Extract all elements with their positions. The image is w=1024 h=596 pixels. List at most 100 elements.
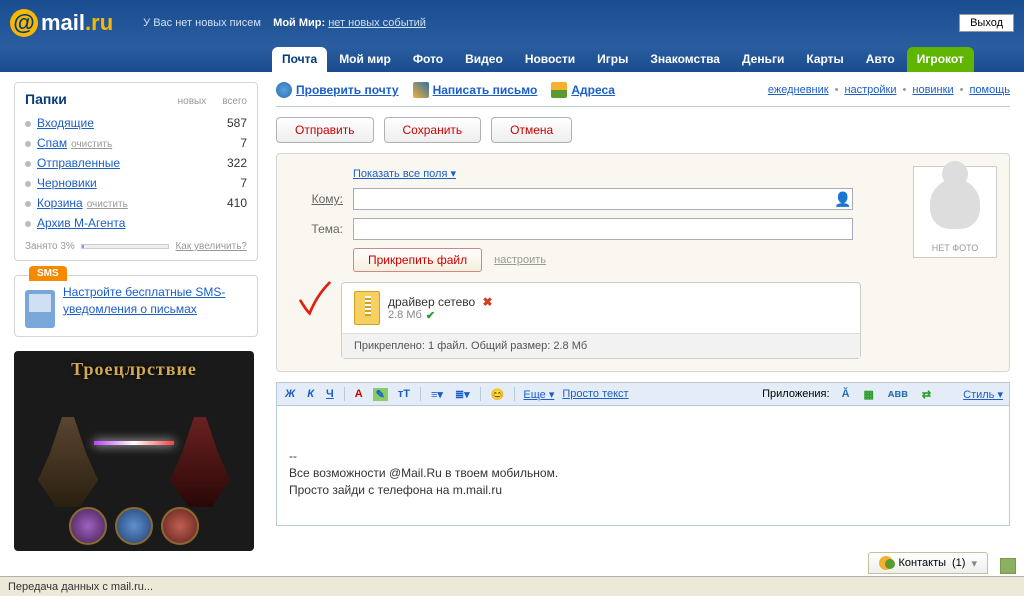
signature-line: Все возможности @Mail.Ru в твоем мобильн… (289, 465, 997, 482)
to-label[interactable]: Кому: (312, 192, 343, 206)
sms-promo[interactable]: SMS Настройте бесплатные SMS-уведомления… (14, 275, 258, 337)
editor-body[interactable]: -- Все возможности @Mail.Ru в твоем моби… (276, 406, 1010, 526)
tab-video[interactable]: Видео (455, 47, 513, 72)
folder-inbox[interactable]: Входящие587 (25, 113, 247, 133)
attachment-row: драйвер сетево ✖ 2.8 Мб ✔ (342, 283, 860, 333)
tab-mail[interactable]: Почта (272, 47, 327, 72)
addressbook-icon (551, 82, 567, 98)
sms-link[interactable]: Настройте бесплатные SMS-уведомления о п… (63, 284, 247, 328)
remove-attachment-icon[interactable]: ✖ (483, 295, 493, 309)
bg-color-button[interactable]: ✎ (373, 388, 388, 401)
action-links: Проверить почту Написать письмо Адреса е… (276, 78, 1010, 107)
avatar-box[interactable]: НЕТ ФОТО (913, 166, 997, 258)
bottom-tray (1000, 558, 1016, 574)
addresses-link[interactable]: Адреса (551, 82, 615, 98)
to-input[interactable] (354, 189, 834, 209)
folder-spam[interactable]: Спамочистить7 (25, 133, 247, 153)
logo-at-icon: @ (10, 9, 38, 37)
font-size-button[interactable]: тТ (396, 388, 412, 400)
tab-news[interactable]: Новости (515, 47, 585, 72)
compose-link[interactable]: Написать письмо (413, 82, 538, 98)
tab-myworld[interactable]: Мой мир (329, 47, 401, 72)
apps-label: Приложения: (762, 388, 829, 400)
tray-icon[interactable] (1000, 558, 1016, 574)
my-world-link[interactable]: нет новых событий (328, 17, 426, 29)
attach-file-button[interactable]: Прикрепить файл (353, 248, 482, 272)
ad-figure-icon (170, 417, 230, 507)
subject-label: Тема: (289, 222, 343, 236)
clear-trash[interactable]: очистить (87, 199, 128, 210)
ad-title: Троецлрствие (14, 359, 254, 380)
italic-button[interactable]: К (305, 388, 316, 400)
app4-icon[interactable]: ⇄ (920, 388, 933, 401)
emoji-button[interactable]: 😊 (489, 388, 507, 401)
check-mail-link[interactable]: Проверить почту (276, 82, 399, 98)
more-button[interactable]: Еще ▾ (523, 388, 554, 401)
show-all-fields-link[interactable]: Показать все поля ▾ (353, 168, 456, 180)
tab-maps[interactable]: Карты (796, 47, 853, 72)
nav-tabs: Почта Мой мир Фото Видео Новости Игры Зн… (0, 46, 1024, 72)
ad-banner[interactable]: Троецлрствие (14, 351, 254, 551)
app1-icon[interactable]: Ă (840, 388, 852, 400)
style-dropdown[interactable]: Стиль ▾ (963, 388, 1003, 401)
ad-circle-icon (69, 507, 107, 545)
tab-photo[interactable]: Фото (403, 47, 453, 72)
avatar-silhouette-icon (914, 167, 996, 241)
align-button[interactable]: ≡▾ (429, 388, 445, 401)
folder-trash[interactable]: Корзинаочистить410 (25, 193, 247, 213)
rlink-settings[interactable]: настройки (844, 84, 896, 96)
folder-drafts[interactable]: Черновики7 (25, 173, 247, 193)
cancel-button[interactable]: Отмена (491, 117, 572, 143)
logo[interactable]: @ mail.ru (10, 9, 113, 37)
ad-figure-icon (38, 417, 98, 507)
underline-button[interactable]: Ч (324, 388, 336, 400)
contacts-widget[interactable]: Контакты (1) ▾ (868, 552, 989, 574)
status-text: Передача данных с mail.ru... (8, 581, 153, 593)
app3-icon[interactable]: ᴀʙв (886, 388, 910, 400)
folder-sent[interactable]: Отправленные322 (25, 153, 247, 173)
red-checkmark-annotation (297, 279, 333, 319)
status-bar: Передача данных с mail.ru... (0, 576, 1024, 596)
subject-input[interactable] (353, 218, 853, 240)
rlink-diary[interactable]: ежедневник (768, 84, 829, 96)
header-status: У Вас нет новых писем Мой Мир: нет новых… (143, 17, 426, 29)
tab-games[interactable]: Игры (587, 47, 638, 72)
avatar-caption: НЕТ ФОТО (914, 241, 996, 257)
compose-buttons: Отправить Сохранить Отмена (276, 117, 1010, 143)
attachments-summary: Прикреплено: 1 файл. Общий размер: 2.8 М… (342, 333, 860, 358)
tab-auto[interactable]: Авто (856, 47, 905, 72)
attachment-name: драйвер сетево (388, 295, 475, 309)
storage-increase-link[interactable]: Как увеличить? (175, 241, 247, 252)
col-new: новых (178, 96, 207, 107)
app2-icon[interactable]: ▦ (862, 388, 876, 401)
contact-picker-icon[interactable]: 👤 (834, 190, 852, 208)
folder-archive[interactable]: Архив М-Агента (25, 213, 247, 233)
list-button[interactable]: ≣▾ (453, 388, 472, 401)
signature-line: Просто зайди с телефона на m.mail.ru (289, 482, 997, 499)
signature-line: -- (289, 448, 997, 465)
attachment-size: 2.8 Мб (388, 309, 422, 321)
attach-configure-link[interactable]: настроить (494, 254, 546, 266)
exit-button[interactable]: Выход (959, 14, 1014, 32)
tab-igrokot[interactable]: Игрокот (907, 47, 974, 72)
bold-button[interactable]: Ж (283, 388, 297, 400)
col-total: всего (222, 96, 247, 107)
rlink-new[interactable]: новинки (912, 84, 953, 96)
clear-spam[interactable]: очистить (71, 139, 112, 150)
logo-text: mail.ru (41, 10, 113, 36)
zip-file-icon (354, 291, 380, 325)
editor-toolbar: Ж К Ч A ✎ тТ ≡▾ ≣▾ 😊 Еще ▾ Просто текст … (276, 382, 1010, 406)
tab-money[interactable]: Деньги (732, 47, 794, 72)
sidebar: Папки новых всего Входящие587 Спамочисти… (0, 72, 272, 576)
folders-title: Папки (25, 91, 67, 107)
pen-icon (413, 82, 429, 98)
attachments-panel: драйвер сетево ✖ 2.8 Мб ✔ Прикреплено: 1… (341, 282, 861, 359)
ad-flash-icon (94, 441, 174, 445)
ad-circle-icon (161, 507, 199, 545)
font-color-button[interactable]: A (353, 388, 365, 400)
save-button[interactable]: Сохранить (384, 117, 482, 143)
rlink-help[interactable]: помощь (969, 84, 1010, 96)
plain-text-link[interactable]: Просто текст (562, 388, 628, 400)
send-button[interactable]: Отправить (276, 117, 374, 143)
tab-dating[interactable]: Знакомства (640, 47, 730, 72)
